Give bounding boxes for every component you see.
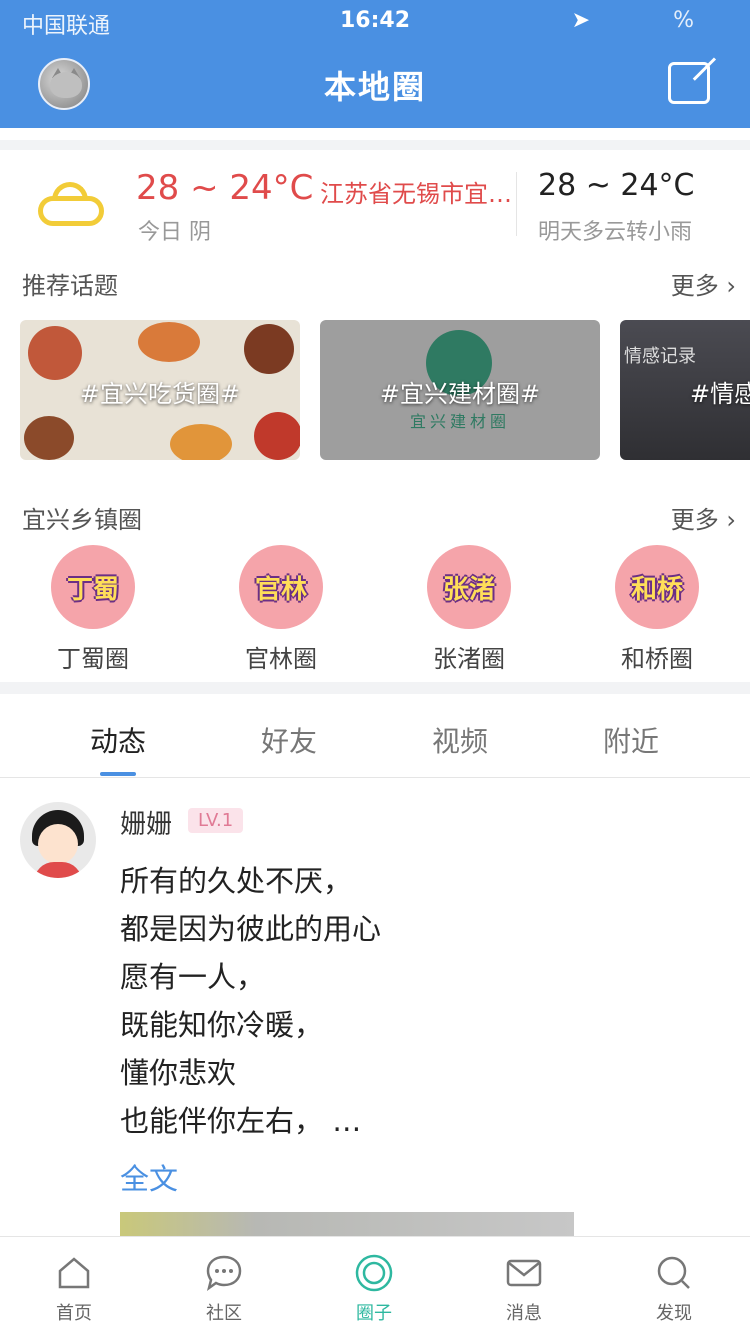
status-bar: 中国联通 16:42 ➤ % bbox=[0, 6, 750, 39]
weather-city: 江苏省无锡市宜… bbox=[320, 180, 512, 208]
home-icon bbox=[58, 1257, 90, 1289]
post-text-line: 既能知你冷暖， bbox=[120, 1008, 324, 1042]
town-item-guanlin[interactable]: 官林 官林圈 bbox=[206, 545, 356, 674]
post-author-name[interactable]: 姗姗 bbox=[120, 804, 172, 841]
topic-card-food[interactable]: #宜兴吃货圈# bbox=[20, 320, 300, 460]
topic-card-building[interactable]: #宜兴建材圈# 宜兴建材圈 bbox=[320, 320, 600, 460]
nav-community[interactable]: 社区 bbox=[169, 1253, 279, 1325]
nav-label: 社区 bbox=[206, 1303, 242, 1324]
cloud-icon bbox=[38, 182, 106, 226]
tab-video[interactable]: 视频 bbox=[400, 720, 520, 760]
towns-more-link[interactable]: 更多 › bbox=[671, 500, 736, 535]
town-badge: 丁蜀 bbox=[51, 545, 135, 629]
topic-card-handwriting: 情感记录 bbox=[624, 346, 696, 367]
town-badge: 官林 bbox=[239, 545, 323, 629]
nav-messages[interactable]: 消息 bbox=[469, 1253, 579, 1325]
towns-section-title: 宜兴乡镇圈 bbox=[22, 506, 142, 534]
town-item-dingshu[interactable]: 丁蜀 丁蜀圈 bbox=[18, 545, 168, 674]
nav-circles[interactable]: 圈子 bbox=[319, 1253, 429, 1325]
location-arrow-icon: ➤ bbox=[571, 8, 590, 33]
post-text-line: 愿有一人， bbox=[120, 960, 266, 994]
search-icon bbox=[657, 1256, 690, 1289]
post-author-avatar[interactable] bbox=[20, 802, 96, 878]
tomorrow-temperature: 28 ~ 24°C bbox=[538, 168, 695, 203]
bottom-navigation: 首页 社区 圈子 消息 发现 bbox=[0, 1236, 750, 1334]
topic-card-label: #情感 bbox=[690, 380, 750, 408]
topic-card-label: #宜兴建材圈# bbox=[379, 380, 541, 408]
circle-icon bbox=[355, 1254, 393, 1292]
tab-dynamic[interactable]: 动态 bbox=[58, 720, 178, 760]
topic-carousel[interactable]: #宜兴吃货圈# #宜兴建材圈# 宜兴建材圈 情感记录 #情感 bbox=[20, 320, 750, 460]
mail-icon bbox=[506, 1259, 542, 1287]
town-item-zhangzhu[interactable]: 张渚 张渚圈 bbox=[394, 545, 544, 674]
post-text-line: 也能伴你左右， … bbox=[120, 1104, 362, 1138]
section-divider bbox=[0, 682, 750, 694]
edit-post-icon[interactable] bbox=[668, 62, 710, 104]
town-item-heqiao[interactable]: 和桥 和桥圈 bbox=[582, 545, 732, 674]
tomorrow-description: 明天多云转小雨 bbox=[538, 220, 693, 245]
page-title: 本地圈 bbox=[323, 68, 426, 106]
town-badge: 张渚 bbox=[427, 545, 511, 629]
battery-label: % bbox=[673, 8, 694, 33]
topics-section-title: 推荐话题 bbox=[22, 272, 118, 300]
nav-home[interactable]: 首页 bbox=[19, 1253, 129, 1325]
post-text-line: 懂你悲欢 bbox=[120, 1056, 237, 1090]
town-list: 丁蜀 丁蜀圈 官林 官林圈 张渚 张渚圈 和桥 和桥圈 bbox=[0, 545, 750, 675]
post-text-line: 所有的久处不厌， bbox=[120, 864, 353, 898]
town-name: 官林圈 bbox=[245, 645, 317, 673]
post-text-line: 都是因为彼此的用心 bbox=[120, 912, 382, 946]
town-badge: 和桥 bbox=[615, 545, 699, 629]
nav-label: 消息 bbox=[506, 1303, 542, 1324]
chat-bubble-icon bbox=[206, 1255, 242, 1291]
read-more-link[interactable]: 全文 bbox=[120, 1156, 178, 1198]
active-tab-indicator bbox=[100, 772, 136, 776]
today-temperature: 28 ~ 24°C bbox=[136, 168, 314, 208]
nav-label: 发现 bbox=[656, 1303, 692, 1324]
town-name: 和桥圈 bbox=[621, 645, 693, 673]
weather-card[interactable]: 28 ~ 24°C 江苏省无锡市宜… 今日 阴 28 ~ 24°C 明天多云转小… bbox=[0, 140, 750, 250]
topic-card-emotion[interactable]: 情感记录 #情感 bbox=[620, 320, 750, 460]
clock: 16:42 bbox=[339, 8, 411, 33]
feed-tabs: 动态 好友 视频 附近 bbox=[0, 694, 750, 778]
tab-nearby[interactable]: 附近 bbox=[571, 720, 691, 760]
topic-card-label: #宜兴吃货圈# bbox=[79, 380, 241, 408]
topics-more-link[interactable]: 更多 › bbox=[671, 266, 736, 301]
topic-card-sublabel: 宜兴建材圈 bbox=[409, 412, 510, 431]
tab-friends[interactable]: 好友 bbox=[229, 720, 349, 760]
town-name: 张渚圈 bbox=[433, 645, 505, 673]
level-badge: LV.1 bbox=[188, 808, 244, 833]
today-description: 今日 阴 bbox=[138, 220, 211, 245]
top-bar: 中国联通 16:42 ➤ % 本地圈 bbox=[0, 0, 750, 128]
town-name: 丁蜀圈 bbox=[57, 645, 129, 673]
nav-discover[interactable]: 发现 bbox=[619, 1253, 729, 1325]
nav-label: 首页 bbox=[56, 1303, 92, 1324]
nav-label: 圈子 bbox=[356, 1303, 392, 1324]
feed-post[interactable]: 姗姗 LV.1 所有的久处不厌， 都是因为彼此的用心 愿有一人， 既能知你冷暖，… bbox=[0, 790, 750, 1236]
post-image[interactable] bbox=[120, 1212, 574, 1236]
weather-divider bbox=[516, 172, 517, 236]
